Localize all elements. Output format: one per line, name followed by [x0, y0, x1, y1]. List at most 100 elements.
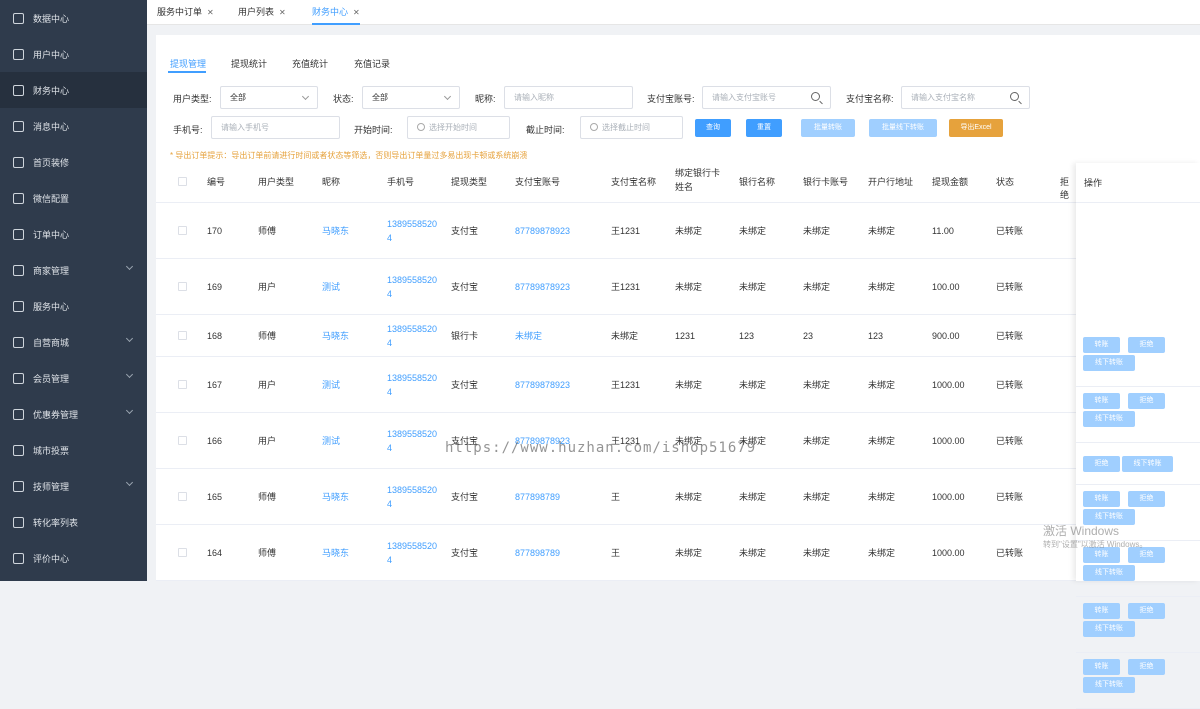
transfer-button[interactable]: 转账 — [1083, 603, 1120, 619]
cell-type: 用户 — [258, 282, 277, 292]
close-icon[interactable]: ✕ — [353, 8, 360, 17]
select-all-checkbox[interactable] — [178, 177, 187, 186]
subtab-recharge-records[interactable]: 充值记录 — [354, 57, 390, 70]
transfer-button[interactable]: 转账 — [1083, 393, 1120, 409]
row-checkbox[interactable] — [178, 380, 187, 389]
reject-button[interactable]: 拒绝 — [1128, 393, 1165, 409]
phone-input[interactable]: 请输入手机号 — [211, 116, 340, 139]
offline-transfer-button[interactable]: 线下转账 — [1083, 677, 1135, 693]
offline-transfer-button[interactable]: 线下转账 — [1083, 621, 1135, 637]
transfer-button[interactable]: 转账 — [1083, 337, 1120, 353]
cell-bank: 123 — [739, 331, 755, 341]
tab-finance-center[interactable]: 财务中心 ✕ — [312, 0, 360, 25]
sidebar-item[interactable]: 首页装修 — [0, 144, 147, 180]
query-button[interactable]: 查询 — [695, 119, 731, 137]
cell-phone[interactable]: 1389558520 4 — [387, 217, 437, 245]
subtab-withdraw-manage[interactable]: 提现管理 — [170, 57, 206, 70]
batch-offline-transfer-button[interactable]: 批量线下转账 — [869, 119, 937, 137]
offline-transfer-button[interactable]: 线下转账 — [1083, 565, 1135, 581]
cell-acct[interactable]: 87789878923 — [515, 378, 570, 392]
cell-acct[interactable]: 87789878923 — [515, 224, 570, 238]
sidebar-item[interactable]: 转化率列表 — [0, 504, 147, 540]
sidebar-item[interactable]: 订单中心 — [0, 216, 147, 252]
cell-phone[interactable]: 1389558520 4 — [387, 539, 437, 567]
tab-service-orders[interactable]: 服务中订单 ✕ — [157, 0, 214, 25]
cell-card: 未绑定 — [803, 548, 831, 558]
row-checkbox[interactable] — [178, 548, 187, 557]
row-checkbox[interactable] — [178, 331, 187, 340]
cell-status: 已转账 — [996, 282, 1024, 292]
transfer-button[interactable]: 转账 — [1083, 659, 1120, 675]
conversion-icon — [13, 516, 24, 528]
offline-transfer-button[interactable]: 线下转账 — [1122, 456, 1173, 472]
col-id: 编号 — [207, 177, 226, 187]
sidebar-item[interactable]: 技师管理 — [0, 468, 147, 504]
reject-button[interactable]: 拒绝 — [1128, 337, 1165, 353]
user-type-select[interactable]: 全部 — [220, 86, 318, 109]
subtab-withdraw-stats[interactable]: 提现统计 — [231, 57, 267, 70]
search-icon[interactable] — [1010, 92, 1019, 101]
sidebar-item[interactable]: 财务中心 — [0, 72, 147, 108]
nickname-input[interactable]: 请输入昵称 — [504, 86, 633, 109]
status-select[interactable]: 全部 — [362, 86, 460, 109]
alipay-account-input[interactable]: 请输入支付宝账号 — [702, 86, 831, 109]
tab-user-list[interactable]: 用户列表 ✕ — [238, 0, 286, 25]
cell-phone[interactable]: 1389558520 4 — [387, 427, 437, 455]
cell-aname: 未绑定 — [611, 331, 639, 341]
offline-transfer-button[interactable]: 线下转账 — [1083, 355, 1135, 371]
cell-phone[interactable]: 1389558520 4 — [387, 483, 437, 511]
cell-nick[interactable]: 马晓东 — [322, 546, 349, 560]
cell-acct[interactable]: 877898789 — [515, 490, 560, 504]
sidebar-item[interactable]: 用户中心 — [0, 36, 147, 72]
cell-phone[interactable]: 1389558520 4 — [387, 371, 437, 399]
cell-nick[interactable]: 测试 — [322, 434, 340, 448]
col-user-type: 用户类型 — [258, 177, 295, 187]
close-icon[interactable]: ✕ — [279, 8, 286, 17]
ops-row: 转账 拒绝线下转账 — [1076, 331, 1200, 387]
sidebar-item[interactable]: 会员管理 — [0, 360, 147, 396]
cell-nick[interactable]: 测试 — [322, 378, 340, 392]
cell-phone[interactable]: 1389558520 4 — [387, 273, 437, 301]
sidebar-item[interactable]: 数据中心 — [0, 0, 147, 36]
row-checkbox[interactable] — [178, 492, 187, 501]
sidebar-item[interactable]: 微信配置 — [0, 180, 147, 216]
batch-transfer-button[interactable]: 批量转账 — [801, 119, 855, 137]
end-time-picker[interactable]: 选择截止时间 — [580, 116, 683, 139]
close-icon[interactable]: ✕ — [207, 8, 214, 17]
sidebar-item[interactable]: 商家管理 — [0, 252, 147, 288]
reset-button[interactable]: 重置 — [746, 119, 782, 137]
cell-acct[interactable]: 877898789 — [515, 546, 560, 560]
reject-button[interactable]: 拒绝 — [1128, 603, 1165, 619]
reject-button[interactable]: 拒绝 — [1128, 491, 1165, 507]
cell-nick[interactable]: 马晓东 — [322, 329, 349, 343]
reject-button[interactable]: 拒绝 — [1083, 456, 1120, 472]
sidebar-item[interactable]: 评价中心 — [0, 540, 147, 576]
cell-acct[interactable]: 87789878923 — [515, 280, 570, 294]
cell-acct[interactable]: 未绑定 — [515, 329, 542, 343]
cell-phone[interactable]: 1389558520 4 — [387, 322, 437, 350]
offline-transfer-button[interactable]: 线下转账 — [1083, 411, 1135, 427]
cell-nick[interactable]: 马晓东 — [322, 224, 349, 238]
subtab-recharge-stats[interactable]: 充值统计 — [292, 57, 328, 70]
cell-phone-line1: 1389558520 — [387, 373, 438, 383]
cell-nick[interactable]: 测试 — [322, 280, 340, 294]
sidebar-item[interactable]: 服务中心 — [0, 288, 147, 324]
start-time-picker[interactable]: 选择开始时间 — [407, 116, 510, 139]
sidebar-item[interactable]: 优惠券管理 — [0, 396, 147, 432]
sidebar-item[interactable]: 消息中心 — [0, 108, 147, 144]
export-excel-button[interactable]: 导出Excel — [949, 119, 1003, 137]
row-checkbox[interactable] — [178, 226, 187, 235]
cell-phone-line2: 4 — [387, 289, 393, 299]
cell-wtype: 支付宝 — [451, 380, 479, 390]
col-bank-holder-line1: 绑定银行卡 — [675, 168, 721, 178]
alipay-name-input[interactable]: 请输入支付宝名称 — [901, 86, 1030, 109]
transfer-button[interactable]: 转账 — [1083, 491, 1120, 507]
sidebar-item[interactable]: 城市投票 — [0, 432, 147, 468]
end-time-placeholder: 选择截止时间 — [602, 123, 650, 132]
cell-nick[interactable]: 马晓东 — [322, 490, 349, 504]
row-checkbox[interactable] — [178, 436, 187, 445]
sidebar-item[interactable]: 自营商城 — [0, 324, 147, 360]
reject-button[interactable]: 拒绝 — [1128, 659, 1165, 675]
search-icon[interactable] — [811, 92, 820, 101]
row-checkbox[interactable] — [178, 282, 187, 291]
